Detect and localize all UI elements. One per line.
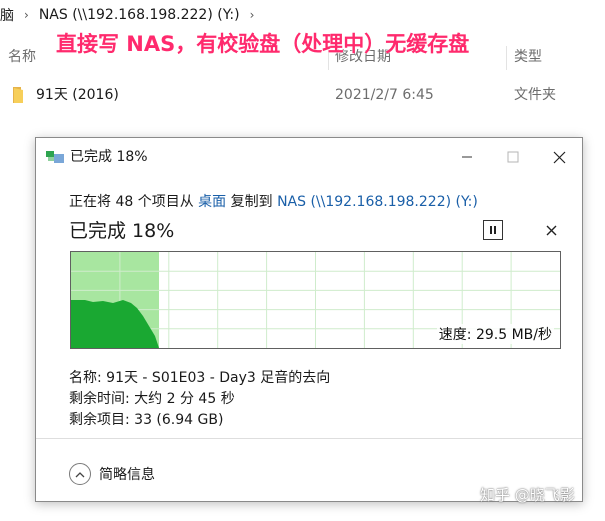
copy-details: 名称: 91天 - S01E03 - Day3 足音的去向 剩余时间: 大约 2… xyxy=(69,368,330,431)
maximize-button[interactable] xyxy=(490,138,536,176)
chevron-right-icon[interactable]: › xyxy=(24,8,29,22)
status-middle: 复制到 xyxy=(226,194,278,210)
close-icon xyxy=(553,151,565,163)
breadcrumb-item-computer[interactable]: 脑 xyxy=(0,5,14,25)
file-date: 2021/2/7 6:45 xyxy=(335,87,434,103)
cancel-icon xyxy=(546,225,556,235)
status-prefix: 正在将 48 个项目从 xyxy=(69,194,199,210)
annotation-caption: 直接写 NAS，有校验盘（处理中）无缓存盘 xyxy=(56,32,470,56)
copy-progress-icon xyxy=(46,151,64,163)
speed-label: 速度: 29.5 MB/秒 xyxy=(436,324,554,344)
column-name[interactable]: 名称 xyxy=(8,40,36,74)
current-item-name: 名称: 91天 - S01E03 - Day3 足音的去向 xyxy=(69,370,331,386)
chevron-right-icon[interactable]: › xyxy=(250,8,255,22)
dialog-divider xyxy=(36,438,582,439)
fewer-details-label: 简略信息 xyxy=(99,467,155,483)
folder-icon xyxy=(13,87,23,103)
fewer-details-button[interactable]: 简略信息 xyxy=(69,461,155,487)
breadcrumb-item-nas[interactable]: NAS (\\192.168.198.222) (Y:) xyxy=(39,7,240,23)
file-type: 文件夹 xyxy=(514,87,556,103)
breadcrumb: 脑 › NAS (\\192.168.198.222) (Y:) › xyxy=(0,0,605,30)
watermark: 知乎 @晓飞影 xyxy=(480,486,575,504)
destination-link[interactable]: NAS (\\192.168.198.222) (Y:) xyxy=(277,194,478,210)
chevron-up-circle-icon xyxy=(69,463,91,485)
minimize-icon xyxy=(462,156,472,158)
column-separator[interactable] xyxy=(506,46,507,70)
close-button[interactable] xyxy=(536,138,582,176)
dialog-title: 已完成 18% xyxy=(70,149,148,165)
time-remaining: 剩余时间: 大约 2 分 45 秒 xyxy=(69,391,235,407)
maximize-icon xyxy=(507,151,519,163)
column-type[interactable]: 类型 xyxy=(514,40,542,74)
dialog-titlebar[interactable]: 已完成 18% xyxy=(36,138,582,176)
transfer-speed-graph: 速度: 29.5 MB/秒 xyxy=(70,251,561,349)
list-item[interactable]: 91天 (2016) 2021/2/7 6:45 文件夹 xyxy=(0,80,605,110)
copy-status-line: 正在将 48 个项目从 桌面 复制到 NAS (\\192.168.198.22… xyxy=(69,191,478,211)
copy-progress-dialog: 已完成 18% 正在将 48 个项目从 桌面 复制到 NAS (\\192.16… xyxy=(35,137,583,502)
source-link[interactable]: 桌面 xyxy=(198,194,226,210)
pause-button[interactable] xyxy=(483,220,503,240)
items-remaining: 剩余项目: 33 (6.94 GB) xyxy=(69,412,224,428)
percent-complete-text: 已完成 18% xyxy=(69,220,175,242)
cancel-copy-button[interactable] xyxy=(541,220,561,240)
file-name: 91天 (2016) xyxy=(36,87,119,103)
pause-icon xyxy=(490,226,496,234)
minimize-button[interactable] xyxy=(444,138,490,176)
